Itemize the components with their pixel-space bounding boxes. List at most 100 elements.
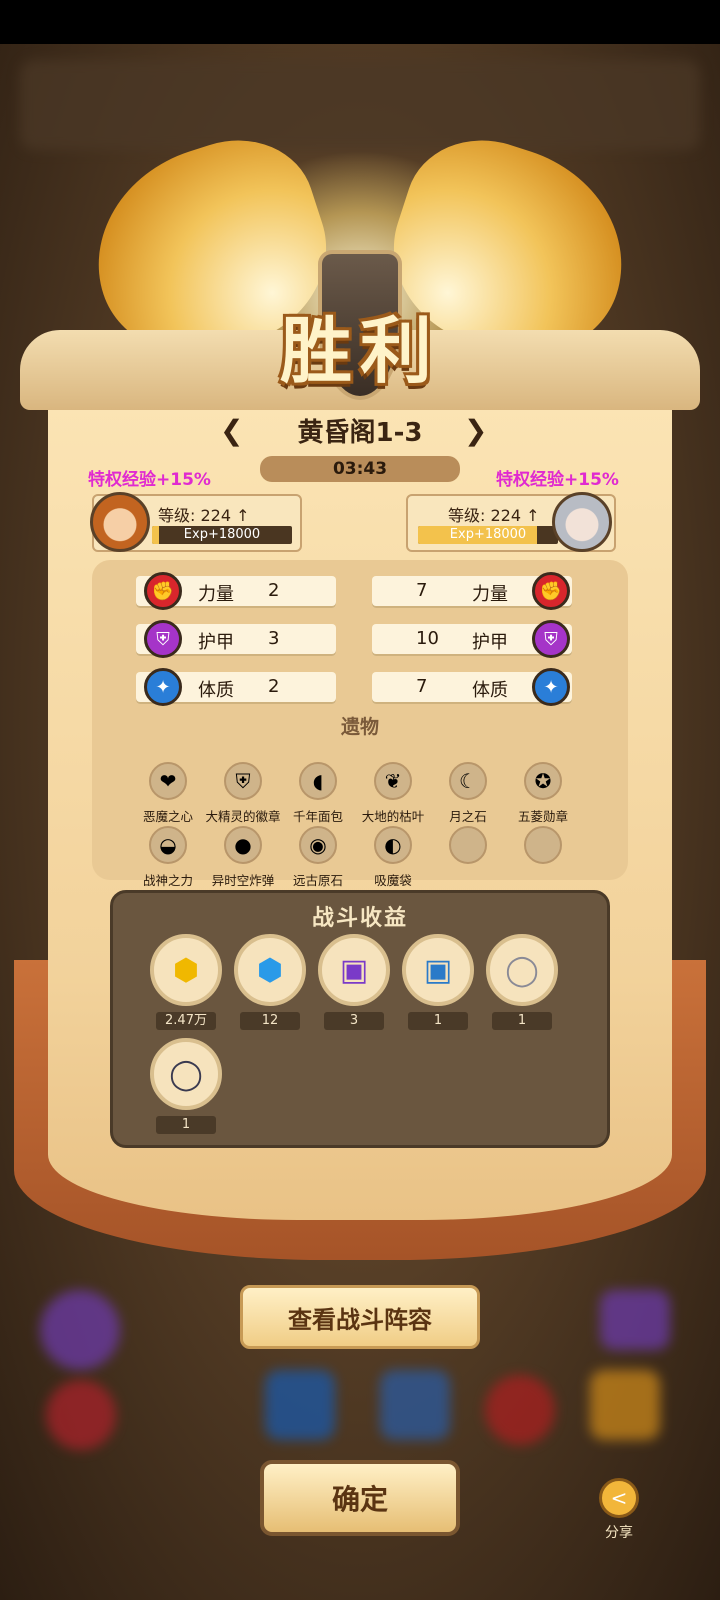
purple-monster-card-icon: ▣: [318, 934, 390, 1006]
fist-icon: ✊: [532, 572, 570, 610]
view-lineup-button[interactable]: 查看战斗阵容: [240, 1285, 480, 1349]
loot-item[interactable]: ▣ 1: [402, 934, 474, 1030]
bowl-icon: ◒: [149, 826, 187, 864]
exp-text: Exp+18000: [183, 527, 261, 542]
background-blob: [485, 1375, 555, 1445]
relic-label: 大精灵的徽章: [205, 809, 281, 824]
relic-label: 吸魔袋: [374, 873, 412, 888]
badge-icon: ⛨: [224, 762, 262, 800]
level-text: 等级: 224: [158, 506, 232, 525]
loot-count: 3: [324, 1012, 384, 1030]
background-blob: [20, 60, 700, 150]
armor-icon: ⛨: [144, 620, 182, 658]
level-up-icon: ↑: [526, 506, 540, 525]
relic-item[interactable]: ◉ 远古原石: [280, 826, 356, 889]
stat-name: 护甲: [472, 632, 508, 653]
loot-item[interactable]: ⬢ 2.47万: [150, 934, 222, 1030]
relic-item[interactable]: ❤ 恶魔之心: [130, 762, 206, 825]
relic-item[interactable]: ● 异时空炸弹: [205, 826, 281, 889]
leaf-icon: ❦: [374, 762, 412, 800]
empty-slot: [449, 826, 487, 864]
relic-label: 战神之力: [142, 873, 193, 888]
confirm-button[interactable]: 确定: [260, 1460, 460, 1536]
timer-bar: 03:43: [260, 456, 460, 482]
avatar-right[interactable]: [552, 492, 612, 552]
exp-bar: Exp+18000: [418, 526, 558, 544]
relic-empty-slot: [430, 826, 506, 870]
relic-empty-slot: [505, 826, 581, 870]
blue-monster-card-icon: ▣: [402, 934, 474, 1006]
background-blob: [46, 1380, 116, 1450]
relic-label: 五菱勋章: [517, 809, 568, 824]
relic-item[interactable]: ◖ 千年面包: [280, 762, 356, 825]
stat-value: 7: [416, 580, 428, 601]
stat-name: 体质: [198, 680, 234, 701]
share-button[interactable]: < 分享: [596, 1478, 642, 1542]
silver-ring-icon: ◯: [486, 934, 558, 1006]
stat-name: 体质: [472, 680, 508, 701]
stat-value: 3: [268, 628, 280, 649]
bag-icon: ◐: [374, 826, 412, 864]
loot-item[interactable]: ⬢ 12: [234, 934, 306, 1030]
empty-slot: [524, 826, 562, 864]
exp-bar: Exp+18000: [152, 526, 292, 544]
stat-value: 10: [416, 628, 439, 649]
background-blob: [265, 1370, 335, 1440]
fist-icon: ✊: [144, 572, 182, 610]
bomb-icon: ●: [224, 826, 262, 864]
armor-icon: ⛨: [532, 620, 570, 658]
medal-icon: ✪: [524, 762, 562, 800]
avatar-left[interactable]: [90, 492, 150, 552]
level-label: 等级: 224 ↑: [158, 502, 250, 526]
loot-item[interactable]: ◯ 1: [150, 1038, 222, 1134]
privilege-exp-right: 特权经验+15%: [496, 470, 619, 490]
stage-name: 黄昏阁1-3: [297, 418, 423, 448]
level-up-icon: ↑: [236, 506, 250, 525]
battle-loot-title: 战斗收益: [311, 906, 408, 931]
relic-item[interactable]: ◒ 战神之力: [130, 826, 206, 889]
moonstone-icon: ☾: [449, 762, 487, 800]
relic-item[interactable]: ☾ 月之石: [430, 762, 506, 825]
loot-count: 12: [240, 1012, 300, 1030]
relic-item[interactable]: ✪ 五菱勋章: [505, 762, 581, 825]
stat-name: 力量: [198, 584, 234, 605]
relic-item[interactable]: ◐ 吸魔袋: [355, 826, 431, 889]
stat-name: 护甲: [198, 632, 234, 653]
background-blob: [380, 1370, 450, 1440]
relic-item[interactable]: ❦ 大地的枯叶: [355, 762, 431, 825]
relic-label: 恶魔之心: [142, 809, 193, 824]
victory-title: 胜利: [279, 309, 440, 393]
share-icon: <: [599, 1478, 639, 1518]
relic-label: 远古原石: [292, 873, 343, 888]
relic-label: 异时空炸弹: [211, 873, 275, 888]
background-blob: [40, 1290, 120, 1370]
bread-icon: ◖: [299, 762, 337, 800]
next-stage-arrow-icon[interactable]: ❯: [464, 414, 487, 447]
loot-item[interactable]: ▣ 3: [318, 934, 390, 1030]
body-icon: ✦: [144, 668, 182, 706]
gold-gem-icon: ⬢: [150, 934, 222, 1006]
loot-count: 1: [408, 1012, 468, 1030]
status-bar: [0, 0, 720, 44]
body-icon: ✦: [532, 668, 570, 706]
loot-count: 2.47万: [156, 1012, 216, 1030]
privilege-exp-left: 特权经验+15%: [88, 470, 211, 490]
loot-item[interactable]: ◯ 1: [486, 934, 558, 1030]
level-label: 等级: 224 ↑: [448, 502, 540, 526]
level-text: 等级: 224: [448, 506, 522, 525]
stat-name: 力量: [472, 584, 508, 605]
background-blob: [590, 1370, 660, 1440]
relic-label: 千年面包: [292, 809, 343, 824]
relic-label: 大地的枯叶: [361, 809, 425, 824]
share-label: 分享: [605, 1525, 633, 1541]
relics-title: 遗物: [340, 716, 379, 738]
relic-item[interactable]: ⛨ 大精灵的徽章: [205, 762, 281, 825]
relic-label: 月之石: [449, 809, 487, 824]
loot-count: 1: [156, 1116, 216, 1134]
heart-icon: ❤: [149, 762, 187, 800]
gem-icon: ◉: [299, 826, 337, 864]
battle-timer: 03:43: [332, 459, 388, 479]
loot-count: 1: [492, 1012, 552, 1030]
background-blob: [600, 1290, 670, 1350]
dark-ring-icon: ◯: [150, 1038, 222, 1110]
